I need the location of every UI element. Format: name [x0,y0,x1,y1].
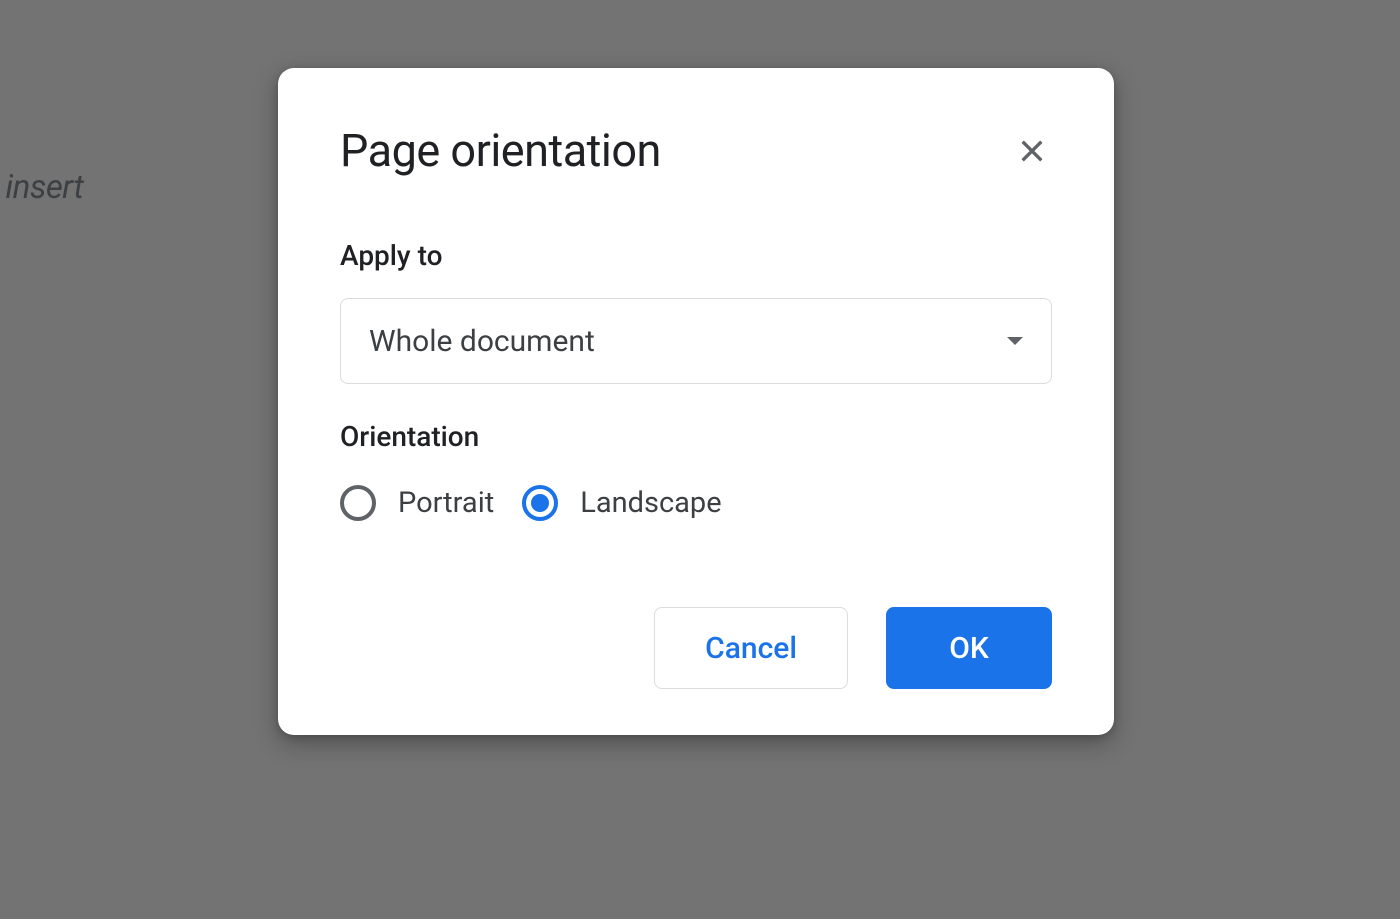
close-button[interactable] [1012,131,1052,171]
dialog-header: Page orientation [340,124,1052,177]
chevron-down-icon [1007,337,1023,345]
orientation-radio-landscape[interactable]: Landscape [522,485,721,521]
page-orientation-dialog: Page orientation Apply to Whole document… [278,68,1114,735]
close-icon [1016,135,1048,167]
apply-to-selected-value: Whole document [369,324,595,359]
orientation-radio-group: Portrait Landscape [340,485,1052,521]
background-text-fragment: o insert [0,168,83,207]
orientation-label: Orientation [340,420,1052,453]
cancel-button[interactable]: Cancel [654,607,848,689]
portrait-label: Portrait [398,486,494,520]
dialog-title: Page orientation [340,124,661,177]
orientation-radio-portrait[interactable]: Portrait [340,485,494,521]
radio-icon [340,485,376,521]
landscape-label: Landscape [580,486,721,520]
apply-to-dropdown[interactable]: Whole document [340,298,1052,384]
radio-icon-selected [522,485,558,521]
dialog-button-row: Cancel OK [340,607,1052,689]
ok-button[interactable]: OK [886,607,1052,689]
apply-to-label: Apply to [340,239,1052,272]
